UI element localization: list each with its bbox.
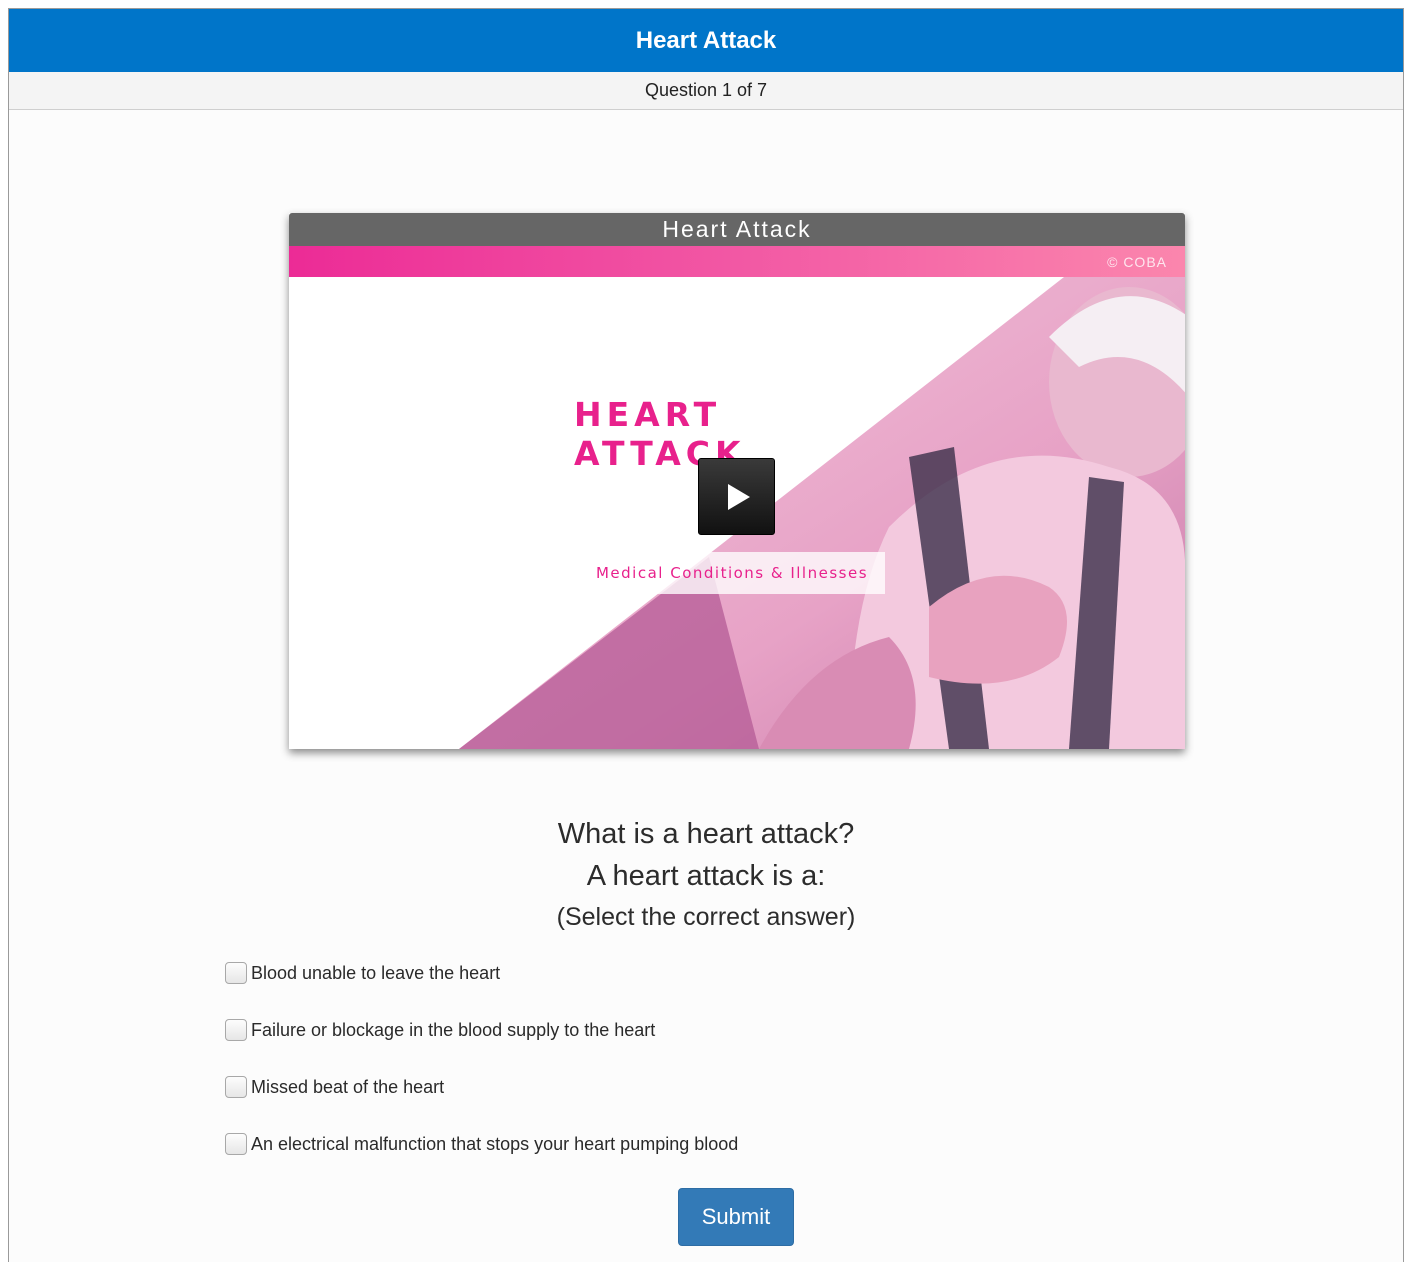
video-accent-strip [289, 246, 1185, 277]
video-copyright: © COBA [1107, 254, 1167, 270]
play-icon [727, 483, 750, 510]
answer-option[interactable]: Failure or blockage in the blood supply … [225, 1018, 738, 1042]
video-player[interactable]: Heart Attack © COBA HEART ATTACK Medical… [289, 213, 1185, 749]
question-line-1: What is a heart attack? [557, 818, 855, 850]
question-text: What is a heart attack? A heart attack i… [9, 813, 1403, 937]
page-title: Heart Attack [9, 9, 1403, 72]
answer-label[interactable]: Missed beat of the heart [251, 1077, 444, 1098]
answer-checkbox[interactable] [225, 1019, 247, 1041]
quiz-frame: Heart Attack Question 1 of 7 Heart Attac… [8, 8, 1404, 1262]
answer-label[interactable]: An electrical malfunction that stops you… [251, 1134, 738, 1155]
play-button[interactable] [698, 458, 775, 535]
answer-options: Blood unable to leave the heart Failure … [225, 961, 738, 1189]
video-thumbnail: HEART ATTACK Medical Conditions & Illnes… [289, 277, 1185, 749]
question-instruction: (Select the correct answer) [556, 903, 856, 931]
video-title: Heart Attack [289, 213, 1185, 246]
answer-option[interactable]: Missed beat of the heart [225, 1075, 738, 1099]
answer-option[interactable]: An electrical malfunction that stops you… [225, 1132, 738, 1156]
submit-button[interactable]: Submit [678, 1188, 794, 1246]
question-line-2: A heart attack is a: [586, 860, 826, 892]
answer-checkbox[interactable] [225, 1133, 247, 1155]
answer-option[interactable]: Blood unable to leave the heart [225, 961, 738, 985]
answer-label[interactable]: Failure or blockage in the blood supply … [251, 1020, 655, 1041]
answer-checkbox[interactable] [225, 962, 247, 984]
video-subtitle: Medical Conditions & Illnesses [579, 552, 885, 594]
answer-checkbox[interactable] [225, 1076, 247, 1098]
answer-label[interactable]: Blood unable to leave the heart [251, 963, 500, 984]
question-counter: Question 1 of 7 [9, 72, 1403, 110]
